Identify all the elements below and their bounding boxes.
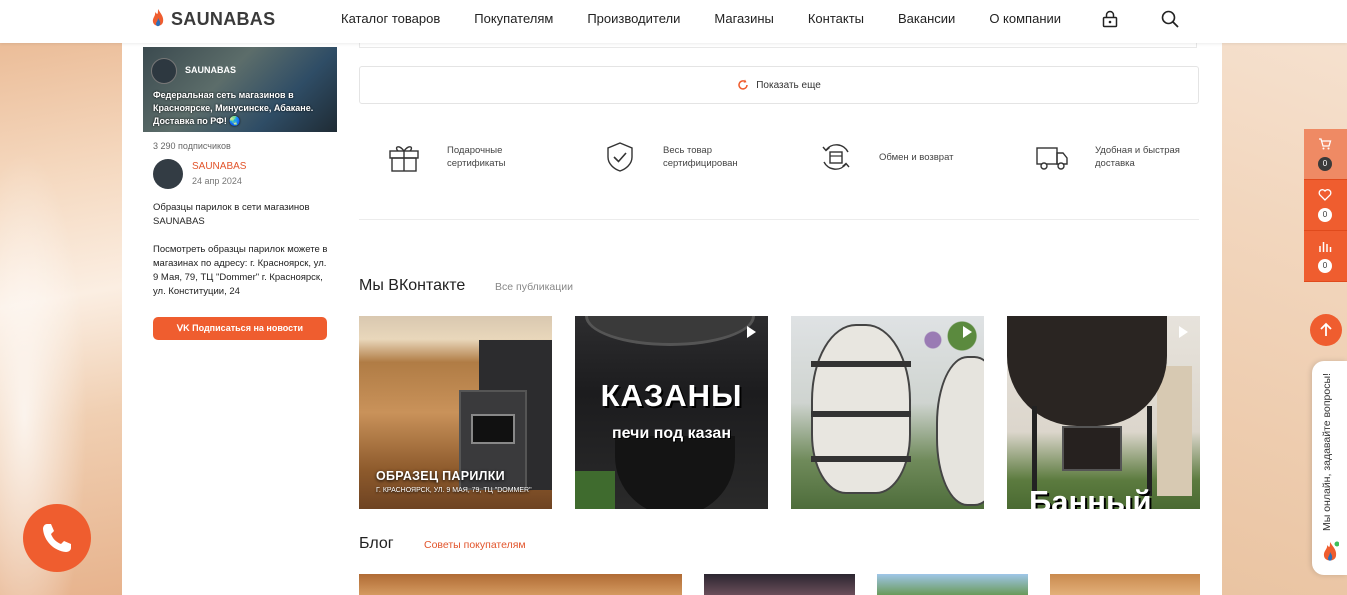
avatar[interactable] bbox=[153, 159, 183, 189]
buyer-tips-link[interactable]: Советы покупателям bbox=[424, 539, 526, 551]
favorites-button[interactable]: 0 bbox=[1304, 180, 1347, 231]
card-image bbox=[575, 471, 615, 509]
card-image bbox=[936, 356, 984, 506]
nav-item-catalog[interactable]: Каталог товаров bbox=[341, 11, 440, 26]
blog-card-image[interactable] bbox=[1050, 574, 1200, 595]
nav-item-contacts[interactable]: Контакты bbox=[808, 11, 864, 26]
play-icon bbox=[747, 326, 756, 338]
section-divider bbox=[359, 219, 1199, 220]
arrow-up-icon bbox=[1320, 322, 1332, 336]
blog-section-title: Блог bbox=[359, 535, 394, 552]
refresh-icon bbox=[738, 79, 748, 90]
all-publications-link[interactable]: Все публикации bbox=[495, 281, 573, 293]
feature-text: Подарочные сертификаты bbox=[447, 145, 506, 169]
card-image bbox=[585, 316, 755, 346]
flame-logo-icon bbox=[152, 9, 164, 27]
chat-logo-icon bbox=[1323, 541, 1339, 561]
feature-gift: Подарочные сертификаты bbox=[387, 140, 557, 174]
call-button[interactable] bbox=[23, 504, 91, 572]
feature-text: Обмен и возврат bbox=[879, 151, 954, 163]
nav-item-vacancies[interactable]: Вакансии bbox=[898, 11, 955, 26]
play-icon bbox=[963, 326, 972, 338]
gift-icon bbox=[389, 146, 419, 172]
subscribe-button[interactable]: ᐯK Подписаться на новости bbox=[153, 317, 327, 340]
card-image bbox=[1147, 406, 1152, 496]
heart-icon bbox=[1318, 189, 1332, 201]
card-image bbox=[811, 324, 911, 494]
play-icon bbox=[1179, 326, 1188, 338]
vk-banner-text: Федеральная сеть магазинов в Красноярске… bbox=[153, 90, 314, 126]
compare-button[interactable]: 0 bbox=[1304, 231, 1347, 282]
vk-post-paragraph: Образцы парилок в сети магазинов SAUNABA… bbox=[153, 202, 310, 227]
online-chat-tab[interactable]: Мы онлайн, задавайте вопросы! bbox=[1312, 361, 1347, 575]
vk-banner[interactable]: SAUNABAS Федеральная сеть магазинов в Кр… bbox=[143, 47, 337, 132]
vk-subscribers-count: 3 290 подписчиков bbox=[153, 141, 231, 151]
nav-item-about[interactable]: О компании bbox=[989, 11, 1061, 26]
site-header: SAUNABAS Каталог товаров Покупателям Про… bbox=[0, 0, 1347, 43]
show-more-label: Показать еще bbox=[756, 79, 821, 91]
search-icon[interactable] bbox=[1160, 9, 1180, 29]
cart-icon bbox=[1319, 138, 1332, 150]
nav-item-buyers[interactable]: Покупателям bbox=[474, 11, 553, 26]
feature-text: Весь товар сертифицирован bbox=[663, 145, 738, 169]
main-nav: Каталог товаров Покупателям Производител… bbox=[341, 11, 1095, 26]
card-image bbox=[615, 436, 735, 509]
nav-item-stores[interactable]: Магазины bbox=[714, 11, 774, 26]
vk-section-title: Мы ВКонтакте bbox=[359, 277, 466, 294]
vk-post-card[interactable]: Банный bbox=[1007, 316, 1200, 509]
chat-tab-text: Мы онлайн, задавайте вопросы! bbox=[1321, 373, 1333, 531]
vk-post-card[interactable]: ОБРАЗЕЦ ПАРИЛКИ Г. КРАСНОЯРСК, УЛ. 9 МАЯ… bbox=[359, 316, 552, 509]
card-image bbox=[911, 316, 984, 356]
card-image bbox=[811, 411, 911, 417]
vk-logo-icon: ᐯK bbox=[176, 323, 193, 333]
logo[interactable]: SAUNABAS bbox=[150, 8, 275, 30]
cart-button[interactable]: 0 bbox=[1304, 129, 1347, 180]
vk-post-date: 24 апр 2024 bbox=[192, 176, 242, 186]
scroll-to-top-button[interactable] bbox=[1310, 314, 1342, 346]
vk-post-text: Образцы парилок в сети магазинов SAUNABA… bbox=[153, 201, 333, 303]
card-image bbox=[1157, 366, 1192, 496]
subscribe-button-label: Подписаться на новости bbox=[192, 323, 304, 333]
card-title: Банный bbox=[1029, 484, 1152, 509]
vk-banner-name: SAUNABAS bbox=[185, 65, 237, 75]
card-subtitle: Г. КРАСНОЯРСК, УЛ. 9 МАЯ, 79, ТЦ "DOMMER… bbox=[376, 487, 532, 494]
vk-post-card[interactable]: КАЗАНЫ печи под казан bbox=[575, 316, 768, 509]
blog-card-image[interactable] bbox=[359, 574, 682, 595]
blog-card-image[interactable] bbox=[877, 574, 1028, 595]
delivery-truck-icon bbox=[1036, 147, 1068, 170]
sticky-side-panel: 0 0 0 bbox=[1304, 129, 1347, 282]
vk-post-card[interactable] bbox=[791, 316, 984, 509]
vk-group-avatar bbox=[151, 58, 177, 84]
compare-count-badge: 0 bbox=[1318, 259, 1332, 273]
show-more-button[interactable]: Показать еще bbox=[359, 66, 1199, 104]
card-image bbox=[811, 456, 911, 462]
card-subtitle: печи под казан bbox=[612, 425, 731, 442]
card-image bbox=[1007, 316, 1167, 426]
vk-widget: SAUNABAS Федеральная сеть магазинов в Кр… bbox=[143, 47, 337, 303]
phone-icon bbox=[43, 524, 71, 552]
nav-item-manufacturers[interactable]: Производители bbox=[587, 11, 680, 26]
compare-chart-icon bbox=[1319, 242, 1332, 252]
favorites-count-badge: 0 bbox=[1318, 208, 1332, 222]
card-image bbox=[1062, 426, 1122, 471]
cart-count-badge: 0 bbox=[1318, 157, 1332, 171]
feature-text: Удобная и быстрая доставка bbox=[1095, 145, 1180, 169]
shield-check-icon bbox=[607, 142, 633, 172]
vk-post-paragraph: Посмотреть образцы парилок можете в мага… bbox=[153, 244, 328, 297]
vk-post-author: SAUNABAS 24 апр 2024 bbox=[153, 159, 337, 189]
logo-text: SAUNABAS bbox=[171, 8, 276, 29]
card-image bbox=[1032, 406, 1037, 496]
card-title: ОБРАЗЕЦ ПАРИЛКИ bbox=[376, 469, 505, 483]
feature-exchange: Обмен и возврат bbox=[819, 140, 989, 174]
card-image bbox=[811, 361, 911, 367]
card-title: КАЗАНЫ bbox=[600, 378, 743, 413]
blog-card-image[interactable] bbox=[704, 574, 855, 595]
vk-author-name[interactable]: SAUNABAS bbox=[192, 161, 246, 172]
lock-icon[interactable] bbox=[1100, 9, 1120, 29]
feature-certified: Весь товар сертифицирован bbox=[603, 140, 773, 174]
exchange-box-icon bbox=[822, 144, 850, 170]
feature-delivery: Удобная и быстрая доставка bbox=[1035, 140, 1205, 174]
table-bottom-edge bbox=[359, 43, 1197, 48]
